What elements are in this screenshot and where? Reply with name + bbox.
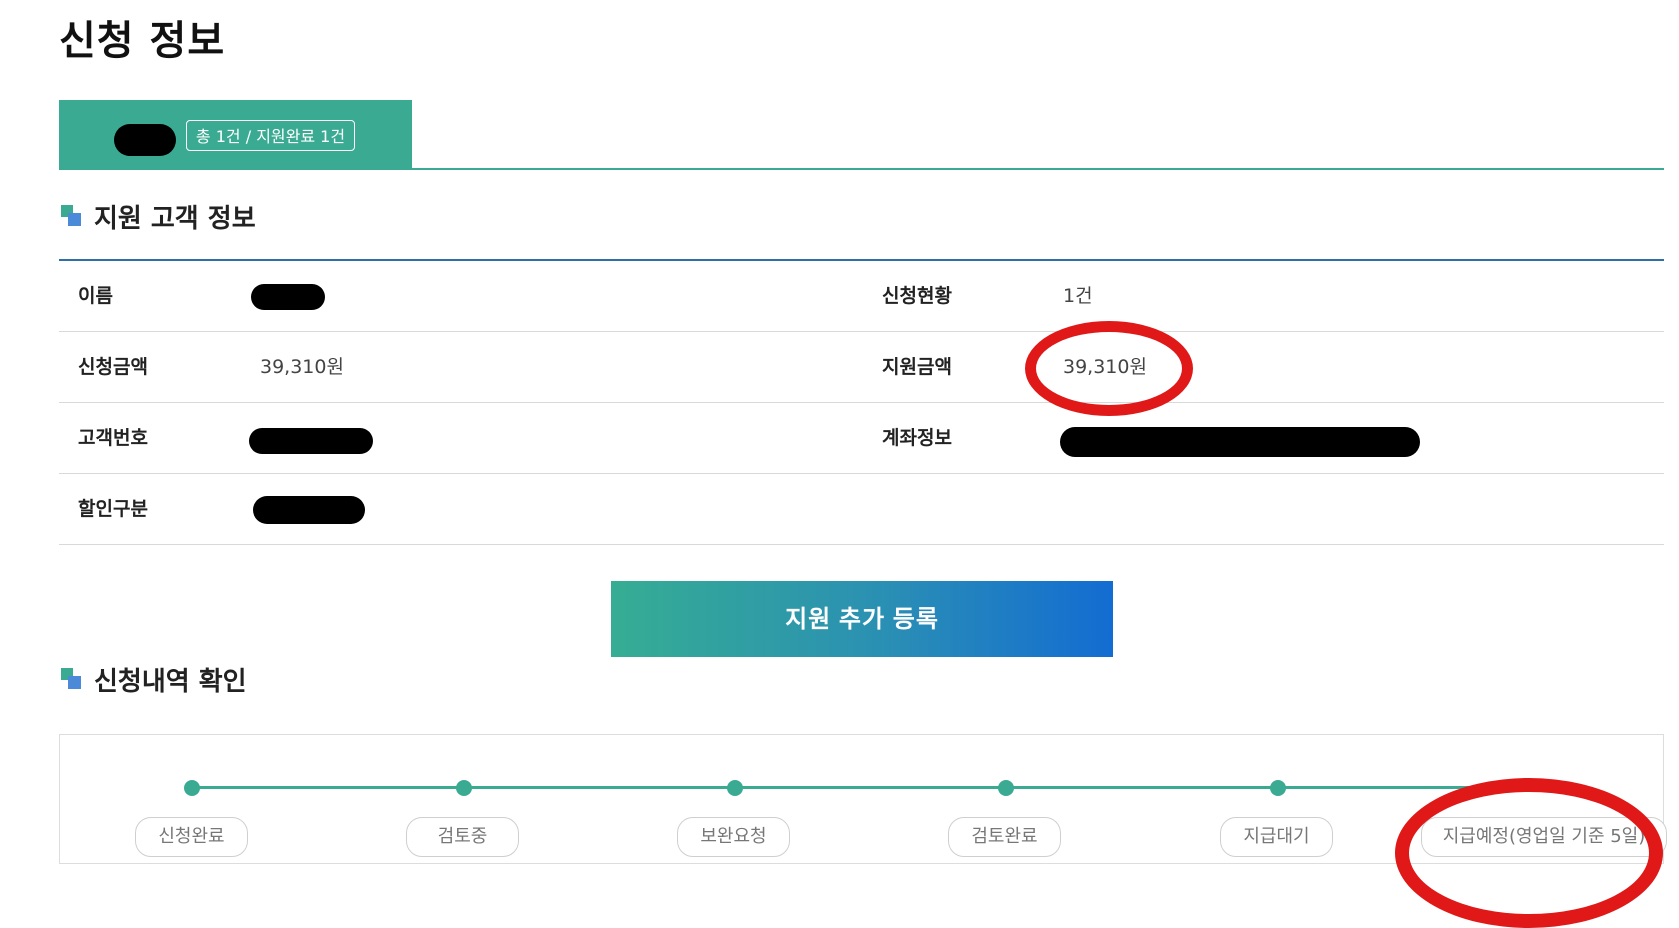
support-amount-label: 지원금액 — [882, 356, 952, 378]
step-dot — [184, 780, 200, 796]
add-support-button[interactable]: 지원 추가 등록 — [611, 581, 1113, 657]
step-pill: 지급대기 — [1220, 817, 1333, 857]
table-row: 고객번호 계좌정보 — [59, 403, 1664, 474]
status-value: 1건 — [1063, 285, 1093, 307]
history-section-title: 신청내역 확인 — [94, 667, 247, 697]
red-annotation-circle — [1025, 321, 1193, 416]
step-dot — [998, 780, 1014, 796]
customer-number-label: 고객번호 — [78, 427, 148, 449]
name-label: 이름 — [78, 285, 113, 307]
table-row: 신청금액 39,310원 지원금액 39,310원 — [59, 332, 1664, 403]
step-pill: 보완요청 — [677, 817, 790, 857]
table-row: 할인구분 — [59, 474, 1664, 545]
step-dot — [1270, 780, 1286, 796]
redacted-discount-type — [253, 496, 365, 524]
page-title: 신청 정보 — [59, 18, 226, 64]
step-dot — [456, 780, 472, 796]
account-info-label: 계좌정보 — [882, 427, 952, 449]
discount-type-label: 할인구분 — [78, 498, 148, 520]
customer-section-title: 지원 고객 정보 — [94, 204, 256, 234]
count-badge: 총 1건 / 지원완료 1건 — [186, 120, 355, 151]
status-label: 신청현황 — [882, 285, 952, 307]
progress-line — [190, 786, 1540, 789]
request-amount-value: 39,310원 — [260, 356, 344, 378]
red-annotation-circle — [1395, 778, 1663, 928]
step-pill: 신청완료 — [135, 817, 248, 857]
redacted-name — [251, 284, 325, 310]
request-amount-label: 신청금액 — [78, 356, 148, 378]
step-dot — [727, 780, 743, 796]
redacted-account-info — [1060, 427, 1420, 457]
redacted-customer-number — [249, 428, 373, 454]
step-pill: 검토완료 — [948, 817, 1061, 857]
section-icon — [61, 205, 83, 227]
redacted-applicant-name — [114, 124, 176, 156]
step-pill: 검토중 — [406, 817, 519, 857]
tab-underline — [59, 168, 1664, 170]
table-row: 이름 신청현황 1건 — [59, 261, 1664, 332]
section-icon — [61, 668, 83, 690]
